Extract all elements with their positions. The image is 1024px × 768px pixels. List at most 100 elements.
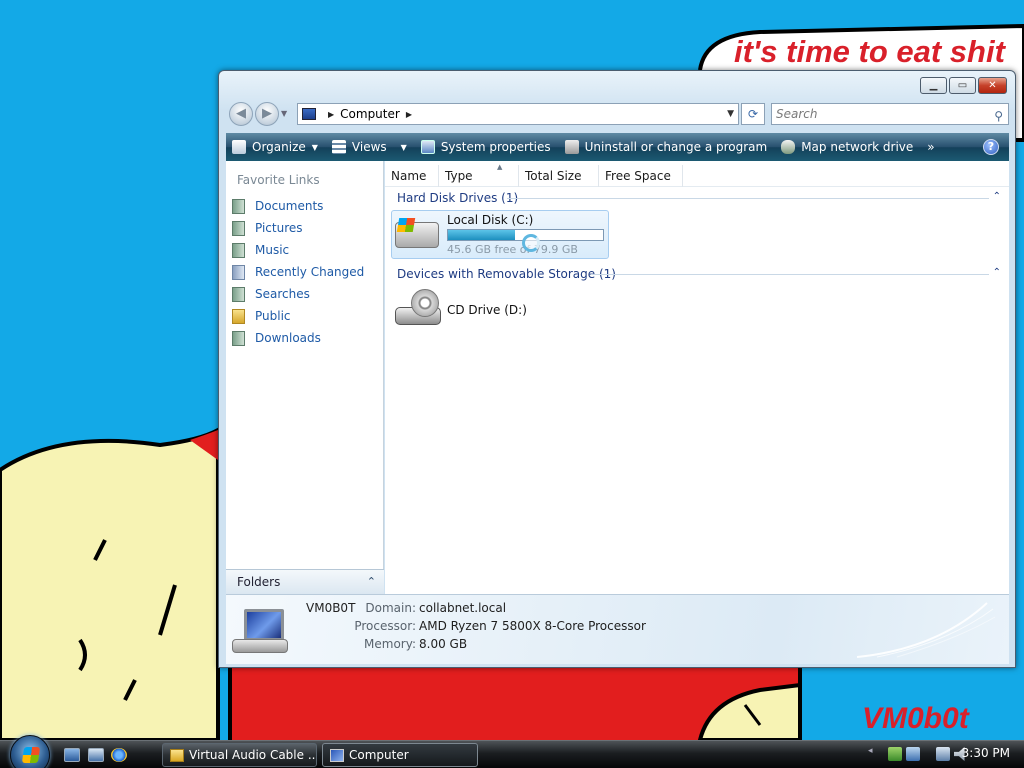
navigation-pane: Favorite Links Documents Pictures Music …	[226, 161, 384, 594]
uninstall-program-button[interactable]: Uninstall or change a program	[564, 140, 768, 154]
sort-arrow-icon: ▲	[497, 163, 503, 171]
memory-value: 8.00 GB	[419, 637, 468, 651]
sidebar-item-label: Searches	[255, 287, 310, 301]
decorative-swoosh	[857, 602, 996, 658]
taskbar-button-virtual-audio-cable[interactable]: Virtual Audio Cable ...	[162, 743, 317, 767]
wallpaper-caption: it's time to eat shit	[734, 34, 1005, 69]
system-properties-button[interactable]: System properties	[420, 140, 551, 154]
notification-area: ◂ 3:30 PM	[868, 741, 1024, 768]
group-header-hard-disk-drives[interactable]: Hard Disk Drives (1)	[397, 191, 518, 209]
cd-drive-icon[interactable]	[395, 289, 441, 327]
back-button[interactable]: ◀	[229, 102, 253, 126]
sidebar-item-downloads[interactable]: Downloads	[232, 328, 321, 348]
organize-button[interactable]: Organize ▼	[232, 140, 318, 154]
details-pane: VM0B0T Domain: collabnet.local Processor…	[226, 594, 1009, 664]
column-header-free-space[interactable]: Free Space	[599, 165, 683, 187]
breadcrumb-chevron-icon[interactable]: ▶	[406, 110, 412, 119]
public-folder-icon	[232, 308, 245, 324]
forward-button[interactable]: ▶	[255, 102, 279, 126]
help-icon[interactable]: ?	[983, 139, 999, 155]
sidebar-item-pictures[interactable]: Pictures	[232, 218, 303, 238]
organize-label: Organize	[252, 140, 306, 154]
column-headers: Name Type Total Size Free Space ▲	[385, 163, 1009, 187]
breadcrumb-separator-icon[interactable]: ▶	[328, 110, 334, 119]
navigation-row: ◀ ▶ ▼ ▶ Computer ▶ ▼ ⟳ Search ⚲	[227, 101, 1009, 127]
sidebar-item-documents[interactable]: Documents	[232, 196, 323, 216]
domain-label: Domain:	[365, 601, 416, 615]
folders-label: Folders	[237, 575, 281, 589]
close-button[interactable]: ✕	[978, 77, 1007, 94]
uninstall-program-label: Uninstall or change a program	[584, 140, 768, 154]
more-commands-button[interactable]: »	[927, 140, 934, 154]
switch-windows-icon[interactable]	[88, 748, 104, 762]
address-dropdown-icon[interactable]: ▼	[727, 109, 734, 119]
favorite-links-heading: Favorite Links	[237, 173, 320, 187]
search-placeholder: Search	[776, 107, 818, 121]
column-header-total-size[interactable]: Total Size	[519, 165, 599, 187]
domain-value: collabnet.local	[419, 601, 507, 615]
group-header-removable-storage[interactable]: Devices with Removable Storage (1)	[397, 267, 616, 285]
sidebar-item-recently-changed[interactable]: Recently Changed	[232, 262, 364, 282]
computer-location-icon	[302, 108, 316, 120]
search-input[interactable]: Search ⚲	[771, 103, 1009, 125]
minimize-button[interactable]: ▁	[920, 77, 947, 94]
network-status-icon[interactable]	[906, 747, 920, 761]
memory-label: Memory:	[364, 637, 416, 651]
network-connection-icon[interactable]	[936, 747, 950, 761]
taskbar: Virtual Audio Cable ... Computer ◂ 3:30 …	[0, 735, 1024, 768]
column-header-type[interactable]: Type	[439, 165, 519, 187]
security-center-icon[interactable]	[888, 747, 902, 761]
monitor-base	[232, 639, 288, 653]
maximize-button[interactable]: ▭	[949, 77, 976, 94]
views-label: Views	[351, 140, 387, 154]
column-header-name[interactable]: Name	[385, 165, 439, 187]
computer-icon	[330, 749, 344, 762]
internet-explorer-icon[interactable]	[111, 748, 127, 762]
pictures-icon	[232, 220, 245, 236]
chevron-up-icon: ⌃	[366, 575, 376, 588]
recent-pages-dropdown[interactable]: ▼	[281, 109, 287, 118]
start-button[interactable]	[10, 735, 50, 768]
recently-changed-icon	[232, 264, 245, 280]
show-hidden-icons-icon[interactable]: ◂	[868, 746, 873, 756]
explorer-window: ▁ ▭ ✕ ◀ ▶ ▼ ▶ Computer ▶ ▼ ⟳ Search ⚲ Or…	[218, 70, 1016, 668]
command-toolbar: Organize ▼ Views ▼ System properties Uni…	[226, 133, 1009, 161]
map-network-drive-button[interactable]: Map network drive	[781, 140, 913, 154]
show-desktop-icon[interactable]	[64, 748, 80, 762]
sidebar-item-label: Music	[255, 243, 290, 257]
group-divider	[507, 198, 989, 199]
drive-free-space: 45.6 GB free of 79.9 GB	[447, 243, 578, 256]
sidebar-item-public[interactable]: Public	[232, 306, 291, 326]
folders-toggle[interactable]: Folders ⌃	[226, 569, 384, 594]
sidebar-item-music[interactable]: Music	[232, 240, 289, 260]
search-icon[interactable]: ⚲	[994, 106, 1003, 126]
drive-usage-fill	[448, 230, 515, 240]
searches-icon	[232, 286, 245, 302]
music-icon	[232, 242, 245, 258]
breadcrumb-computer[interactable]: Computer	[340, 107, 400, 121]
computer-icon	[232, 609, 288, 657]
system-properties-icon	[420, 140, 435, 154]
collapse-group-icon[interactable]: ⌃	[993, 267, 1001, 278]
windows-logo-icon	[21, 747, 41, 763]
sidebar-item-label: Pictures	[255, 221, 303, 235]
sidebar-item-searches[interactable]: Searches	[232, 284, 310, 304]
address-bar[interactable]: ▶ Computer ▶ ▼	[297, 103, 739, 125]
taskbar-button-computer[interactable]: Computer	[322, 743, 478, 767]
documents-icon	[232, 198, 245, 214]
drive-item-local-disk-c[interactable]: Local Disk (C:) 45.6 GB free of 79.9 GB	[391, 210, 609, 259]
downloads-icon	[232, 330, 245, 346]
system-properties-label: System properties	[440, 140, 551, 154]
uninstall-program-icon	[564, 140, 579, 154]
views-button[interactable]: Views ▼	[331, 140, 407, 154]
refresh-button[interactable]: ⟳	[741, 103, 765, 125]
taskbar-button-label: Virtual Audio Cable ...	[189, 748, 317, 762]
sidebar-item-label: Public	[255, 309, 291, 323]
collapse-group-icon[interactable]: ⌃	[993, 191, 1001, 202]
taskbar-button-label: Computer	[349, 748, 409, 762]
drive-item-cd-drive-d[interactable]: CD Drive (D:)	[447, 303, 527, 317]
network-drive-icon	[781, 140, 796, 154]
organize-icon	[232, 140, 246, 154]
system-clock[interactable]: 3:30 PM	[962, 746, 1010, 760]
sidebar-item-label: Recently Changed	[255, 265, 365, 279]
